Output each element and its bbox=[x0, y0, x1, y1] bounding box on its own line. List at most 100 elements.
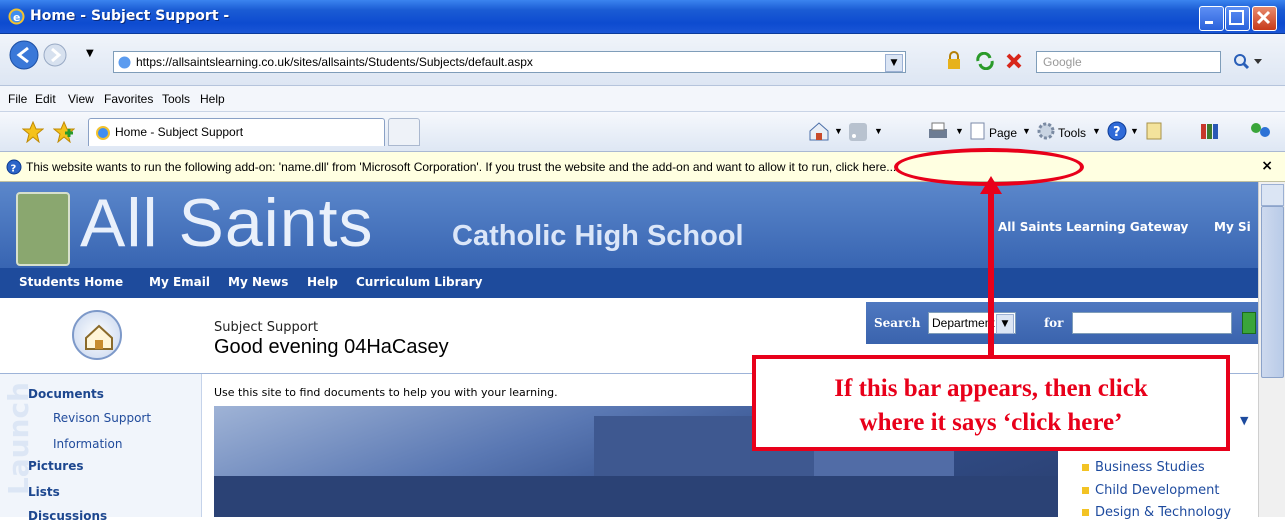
feeds-icon[interactable] bbox=[848, 122, 868, 142]
books-icon[interactable] bbox=[1198, 120, 1220, 142]
home-icon[interactable] bbox=[808, 121, 830, 141]
recent-pages-dropdown[interactable]: ▼ bbox=[86, 48, 94, 59]
page-menu-dropdown[interactable]: ▼ bbox=[1022, 126, 1031, 136]
chevron-down-icon[interactable]: ▼ bbox=[996, 314, 1014, 334]
callout-line-2: where it says ‘click here’ bbox=[859, 409, 1123, 436]
nav-documents[interactable]: Documents bbox=[28, 387, 104, 401]
stop-icon[interactable] bbox=[1005, 52, 1023, 70]
page-icon bbox=[118, 56, 131, 69]
shield-icon: ? bbox=[6, 159, 22, 175]
tools-menu[interactable]: Tools bbox=[1058, 126, 1086, 140]
scroll-thumb[interactable] bbox=[1261, 206, 1284, 378]
messenger-icon[interactable] bbox=[1247, 120, 1273, 142]
vertical-scrollbar[interactable] bbox=[1258, 182, 1285, 517]
search-scope-select[interactable]: Department ▼ bbox=[928, 312, 1016, 334]
nav-curriculum-library[interactable]: Curriculum Library bbox=[356, 275, 482, 289]
subject-design-technology[interactable]: Design & Technology bbox=[1082, 505, 1231, 520]
add-favorite-icon[interactable] bbox=[53, 121, 75, 143]
print-icon[interactable] bbox=[927, 121, 949, 141]
ie-tab-icon bbox=[96, 126, 110, 140]
maximize-icon bbox=[1229, 10, 1244, 25]
search-label: Search bbox=[874, 316, 921, 330]
subject-business-studies[interactable]: Business Studies bbox=[1082, 460, 1205, 475]
address-input[interactable]: https://allsaintslearning.co.uk/sites/al… bbox=[113, 51, 906, 73]
page-title: Good evening 04HaCasey bbox=[214, 336, 449, 358]
search-placeholder: Google bbox=[1043, 55, 1082, 69]
menu-help[interactable]: Help bbox=[200, 92, 225, 106]
nav-help[interactable]: Help bbox=[307, 275, 338, 289]
address-dropdown[interactable]: ▼ bbox=[885, 54, 903, 72]
house-icon bbox=[85, 324, 113, 350]
nav-revison-support[interactable]: Revison Support bbox=[53, 411, 151, 425]
nav-lists[interactable]: Lists bbox=[28, 485, 60, 499]
page-menu[interactable]: Page bbox=[989, 126, 1017, 140]
intro-text: Use this site to find documents to help … bbox=[214, 386, 558, 399]
minimize-icon bbox=[1205, 21, 1213, 24]
search-scope-value: Department bbox=[932, 316, 995, 330]
title-bar: e Home - Subject Support - bbox=[0, 0, 1285, 34]
home-dropdown[interactable]: ▼ bbox=[834, 126, 843, 136]
subject-child-development[interactable]: Child Development bbox=[1082, 483, 1219, 498]
site-banner: All Saints Catholic High School All Sain… bbox=[0, 182, 1258, 268]
close-window-button[interactable] bbox=[1252, 6, 1277, 31]
tools-menu-dropdown[interactable]: ▼ bbox=[1092, 126, 1101, 136]
favorites-star-icon[interactable] bbox=[22, 121, 44, 143]
menu-bar: File Edit View Favorites Tools Help bbox=[0, 86, 1285, 112]
maximize-button[interactable] bbox=[1225, 6, 1250, 31]
site-subtitle: Catholic High School bbox=[452, 220, 744, 252]
menu-view[interactable]: View bbox=[68, 92, 94, 106]
bullet-icon bbox=[1082, 509, 1089, 516]
tab-label: Home - Subject Support bbox=[115, 125, 244, 139]
annotation-callout: If this bar appears, then click where it… bbox=[752, 355, 1230, 451]
site-title: All Saints bbox=[80, 185, 374, 261]
research-icon[interactable] bbox=[1144, 120, 1166, 142]
quick-launch: Launch Documents Revison Support Informa… bbox=[0, 374, 202, 523]
print-dropdown[interactable]: ▼ bbox=[955, 126, 964, 136]
lock-icon[interactable] bbox=[945, 51, 963, 71]
feeds-dropdown[interactable]: ▼ bbox=[874, 126, 883, 136]
close-icon bbox=[1256, 10, 1271, 25]
information-bar-close[interactable]: × bbox=[1261, 158, 1273, 174]
menu-file[interactable]: File bbox=[8, 92, 27, 106]
information-bar-text[interactable]: This website wants to run the following … bbox=[26, 160, 896, 174]
page-menu-icon bbox=[970, 122, 985, 140]
nav-students-home[interactable]: Students Home bbox=[19, 275, 123, 289]
gear-icon bbox=[1037, 122, 1055, 140]
menu-favorites[interactable]: Favorites bbox=[104, 92, 153, 106]
my-site-link[interactable]: My Si bbox=[1214, 220, 1251, 234]
nav-discussions[interactable]: Discussions bbox=[28, 509, 107, 523]
back-button[interactable] bbox=[8, 39, 40, 71]
nav-my-email[interactable]: My Email bbox=[149, 275, 210, 289]
window-title: Home - Subject Support - bbox=[30, 8, 230, 24]
svg-text:?: ? bbox=[1113, 125, 1121, 140]
nav-information[interactable]: Information bbox=[53, 437, 122, 451]
search-for-label: for bbox=[1044, 316, 1064, 330]
gateway-link[interactable]: All Saints Learning Gateway bbox=[998, 220, 1188, 234]
search-go-icon[interactable] bbox=[1232, 52, 1266, 72]
site-search-go-button[interactable] bbox=[1242, 312, 1256, 334]
subjects-dropdown-icon[interactable]: ▼ bbox=[1240, 414, 1248, 427]
new-tab-button[interactable] bbox=[388, 118, 420, 146]
svg-text:?: ? bbox=[11, 164, 17, 175]
school-crest-logo bbox=[16, 192, 70, 266]
nav-my-news[interactable]: My News bbox=[228, 275, 288, 289]
url-text: https://allsaintslearning.co.uk/sites/al… bbox=[136, 55, 533, 69]
nav-pictures[interactable]: Pictures bbox=[28, 459, 84, 473]
scroll-up-button[interactable] bbox=[1261, 184, 1284, 206]
bullet-icon bbox=[1082, 464, 1089, 471]
site-search-input[interactable] bbox=[1072, 312, 1232, 334]
menu-tools[interactable]: Tools bbox=[162, 92, 190, 106]
menu-edit[interactable]: Edit bbox=[35, 92, 56, 106]
home-page-icon[interactable] bbox=[72, 310, 122, 360]
information-bar[interactable]: ? This website wants to run the followin… bbox=[0, 152, 1285, 182]
refresh-icon[interactable] bbox=[975, 52, 995, 70]
search-input[interactable]: Google bbox=[1036, 51, 1221, 73]
bullet-icon bbox=[1082, 487, 1089, 494]
forward-button[interactable] bbox=[42, 42, 68, 68]
minimize-button[interactable] bbox=[1199, 6, 1224, 31]
tab-home-subject-support[interactable]: Home - Subject Support bbox=[88, 118, 385, 146]
help-dropdown[interactable]: ▼ bbox=[1130, 126, 1139, 136]
annotation-arrow bbox=[988, 188, 994, 356]
breadcrumb[interactable]: Subject Support bbox=[214, 320, 318, 335]
help-icon[interactable]: ? bbox=[1106, 120, 1128, 142]
